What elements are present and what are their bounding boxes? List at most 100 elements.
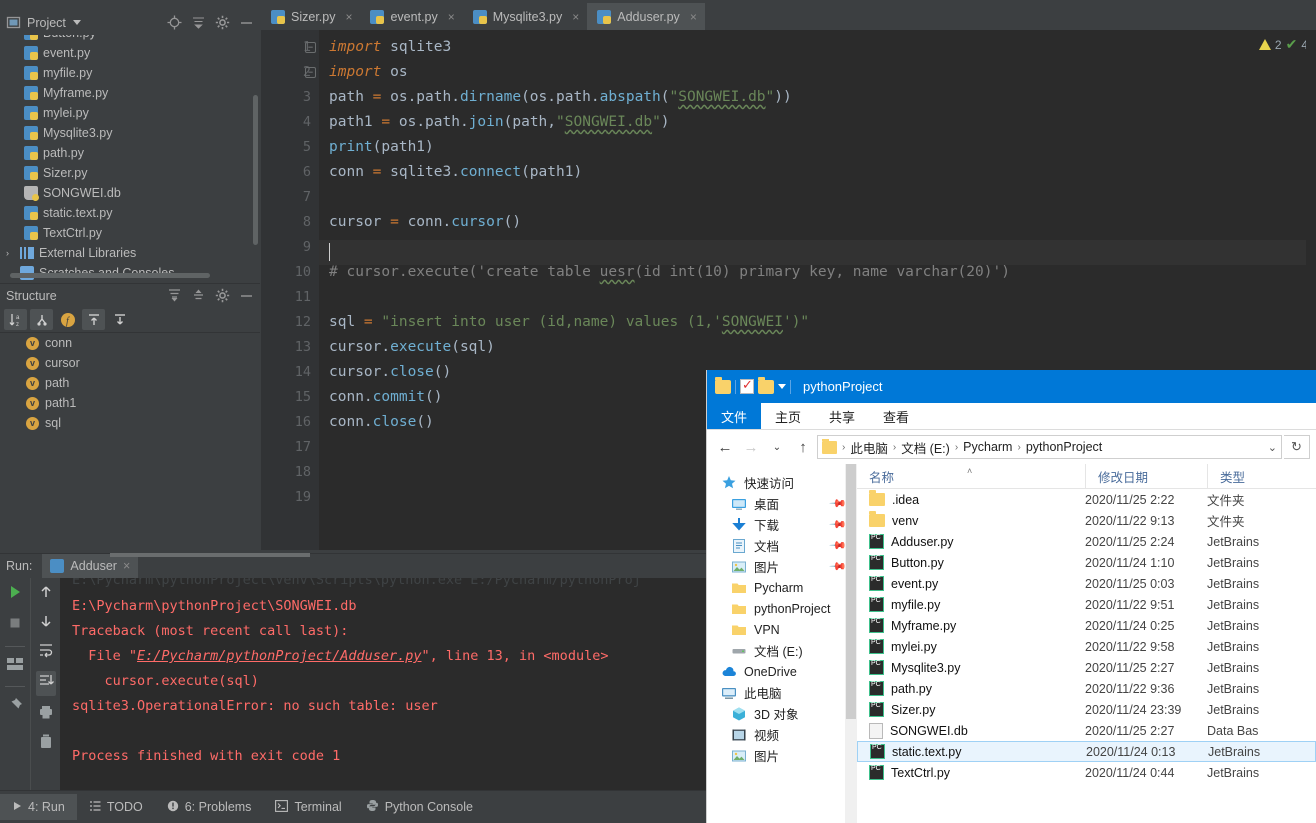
breadcrumb-pythonproject[interactable]: pythonProject	[1026, 440, 1102, 454]
table-row[interactable]: .idea 2020/11/25 2:22 文件夹	[857, 489, 1316, 510]
tree-item-myframe-py[interactable]: Myframe.py	[0, 83, 260, 103]
minimize-icon[interactable]	[239, 15, 254, 30]
table-row[interactable]: path.py 2020/11/22 9:36 JetBrains	[857, 678, 1316, 699]
scroll-to-end-icon[interactable]	[35, 671, 56, 696]
nav-item-vpn[interactable]: VPN	[707, 619, 857, 640]
status-tab-problems[interactable]: 6: Problems	[155, 794, 264, 820]
explorer-file-list[interactable]: 名称 ˄ 修改日期 类型 .idea 2020/11/25 2:22 文件夹 ven…	[857, 463, 1316, 823]
inspection-widget[interactable]: 2 ✔ 4	[1258, 36, 1308, 53]
chevron-right-icon[interactable]: ›	[6, 248, 18, 258]
customize-dropdown-icon[interactable]	[778, 384, 786, 389]
collapse-all-icon[interactable]	[191, 15, 206, 30]
table-row-selected[interactable]: static.text.py 2020/11/24 0:13 JetBrains	[857, 741, 1316, 762]
tab-adduser-py[interactable]: Adduser.py ×	[587, 3, 705, 30]
breadcrumb-this-pc[interactable]: 此电脑	[850, 438, 888, 457]
nav-item-downloads[interactable]: 下载 📌	[707, 514, 857, 535]
table-row[interactable]: Mysqlite3.py 2020/11/25 2:27 JetBrains	[857, 657, 1316, 678]
forward-icon[interactable]: →	[739, 435, 763, 459]
nav-item-this-pc[interactable]: 此电脑	[707, 682, 857, 703]
tab-mysqlite3-py[interactable]: Mysqlite3.py ×	[463, 3, 588, 30]
tree-item-external-libraries[interactable]: › External Libraries	[0, 243, 260, 263]
run-tab-adduser[interactable]: Adduser ×	[42, 553, 139, 579]
structure-list[interactable]: v conn v cursor v path v path1 v sql	[0, 333, 260, 553]
scrollbar-thumb[interactable]	[846, 464, 856, 719]
tab-event-py[interactable]: event.py ×	[360, 3, 462, 30]
code-fold-icon[interactable]: −	[305, 42, 316, 53]
expand-all-icon[interactable]	[82, 309, 105, 330]
up-arrow-icon[interactable]	[38, 584, 54, 605]
nav-item-3d-objects[interactable]: 3D 对象	[707, 703, 857, 724]
column-header-name[interactable]: 名称 ˄	[857, 464, 1085, 489]
folder-icon[interactable]	[715, 376, 731, 394]
refresh-icon[interactable]: ↻	[1284, 435, 1310, 459]
editor-gutter[interactable]: 1 2 3 4 5 6 7 8 9 10 11 12 13 14 15 16 1…	[261, 30, 319, 550]
locate-icon[interactable]	[167, 15, 182, 30]
table-row[interactable]: Sizer.py 2020/11/24 23:39 JetBrains	[857, 699, 1316, 720]
breadcrumb-pycharm[interactable]: Pycharm	[963, 440, 1012, 454]
run-console-output[interactable]: E:\Pycharm\pythonProject\venv\Scripts\py…	[60, 578, 710, 790]
tree-item-static-text-py[interactable]: static.text.py	[0, 203, 260, 223]
show-inherited-icon[interactable]	[30, 309, 53, 330]
nav-item-pythonproject[interactable]: pythonProject	[707, 598, 857, 619]
tree-item-textctrl-py[interactable]: TextCtrl.py	[0, 223, 260, 243]
console-horizontal-scrollbar[interactable]	[110, 553, 310, 557]
tree-item-mylei-py[interactable]: mylei.py	[0, 103, 260, 123]
status-tab-todo[interactable]: TODO	[77, 794, 155, 820]
tab-sizer-py[interactable]: Sizer.py ×	[261, 3, 360, 30]
status-tab-run[interactable]: 4: Run	[0, 794, 77, 820]
address-bar[interactable]: › 此电脑 › 文档 (E:) › Pycharm › pythonProjec…	[817, 435, 1282, 459]
nav-item-pycharm[interactable]: Pycharm	[707, 577, 857, 598]
chevron-down-icon[interactable]: ⌄	[1268, 441, 1277, 454]
file-explorer-window[interactable]: pythonProject 文件 主页 共享 查看 ← → ⌄ ↑ › 此电脑 …	[706, 370, 1316, 823]
table-row[interactable]: venv 2020/11/22 9:13 文件夹	[857, 510, 1316, 531]
minimize-icon[interactable]	[239, 288, 254, 303]
close-icon[interactable]: ×	[448, 10, 455, 24]
column-header-date-modified[interactable]: 修改日期	[1085, 463, 1207, 489]
tree-item-mysqlite3-py[interactable]: Mysqlite3.py	[0, 123, 260, 143]
project-tree-hscrollbar[interactable]	[10, 273, 210, 278]
close-icon[interactable]: ×	[690, 10, 697, 24]
stop-icon[interactable]	[7, 615, 23, 636]
show-fields-icon[interactable]: f	[56, 309, 79, 330]
breadcrumb-documents-e[interactable]: 文档 (E:)	[901, 438, 950, 457]
sort-alphabetically-icon[interactable]: az	[4, 309, 27, 330]
explorer-navigation-pane[interactable]: 快速访问 桌面 📌 下载 📌 文档 📌 图片 📌 Pycharm pythonP…	[707, 464, 857, 823]
tree-item-event-py[interactable]: event.py	[0, 43, 260, 63]
chevron-down-icon[interactable]	[72, 20, 81, 25]
table-row[interactable]: Myframe.py 2020/11/24 0:25 JetBrains	[857, 615, 1316, 636]
nav-item-onedrive[interactable]: OneDrive	[707, 661, 857, 682]
back-icon[interactable]: ←	[713, 435, 737, 459]
structure-item-path1[interactable]: v path1	[0, 393, 260, 413]
nav-item-pictures-2[interactable]: 图片	[707, 745, 857, 766]
recent-locations-icon[interactable]: ⌄	[765, 435, 789, 459]
code-fold-icon[interactable]: −	[305, 67, 316, 78]
structure-item-cursor[interactable]: v cursor	[0, 353, 260, 373]
ribbon-tab-share[interactable]: 共享	[815, 403, 869, 429]
project-tree-scrollbar[interactable]	[253, 95, 258, 245]
run-icon[interactable]	[7, 584, 23, 605]
new-folder-icon[interactable]	[758, 376, 774, 394]
status-tab-python-console[interactable]: Python Console	[354, 794, 485, 820]
ribbon-tab-view[interactable]: 查看	[869, 403, 923, 429]
restart-layout-icon[interactable]	[6, 657, 24, 676]
up-icon[interactable]: ↑	[791, 435, 815, 459]
table-row[interactable]: myfile.py 2020/11/22 9:51 JetBrains	[857, 594, 1316, 615]
nav-item-desktop[interactable]: 桌面 📌	[707, 493, 857, 514]
nav-pane-scrollbar[interactable]	[845, 464, 857, 823]
ribbon-tab-file[interactable]: 文件	[707, 403, 762, 429]
collapse-all-icon[interactable]	[191, 288, 206, 303]
print-icon[interactable]	[38, 704, 54, 725]
tree-item-path-py[interactable]: path.py	[0, 143, 260, 163]
tree-item-button-py[interactable]: Button.py	[0, 35, 260, 43]
traceback-file-link[interactable]: E:/Pycharm/pythonProject/Adduser.py	[137, 648, 421, 664]
table-row[interactable]: Button.py 2020/11/24 1:10 JetBrains	[857, 552, 1316, 573]
nav-item-pictures[interactable]: 图片 📌	[707, 556, 857, 577]
close-icon[interactable]: ×	[123, 559, 130, 573]
project-file-tree[interactable]: Button.py event.py myfile.py Myframe.py …	[0, 35, 260, 280]
nav-item-quick-access[interactable]: 快速访问	[707, 472, 857, 493]
ribbon-tab-home[interactable]: 主页	[761, 403, 815, 429]
close-icon[interactable]: ×	[345, 10, 352, 24]
down-arrow-icon[interactable]	[38, 613, 54, 634]
table-row[interactable]: TextCtrl.py 2020/11/24 0:44 JetBrains	[857, 762, 1316, 783]
status-tab-terminal[interactable]: Terminal	[263, 794, 353, 820]
